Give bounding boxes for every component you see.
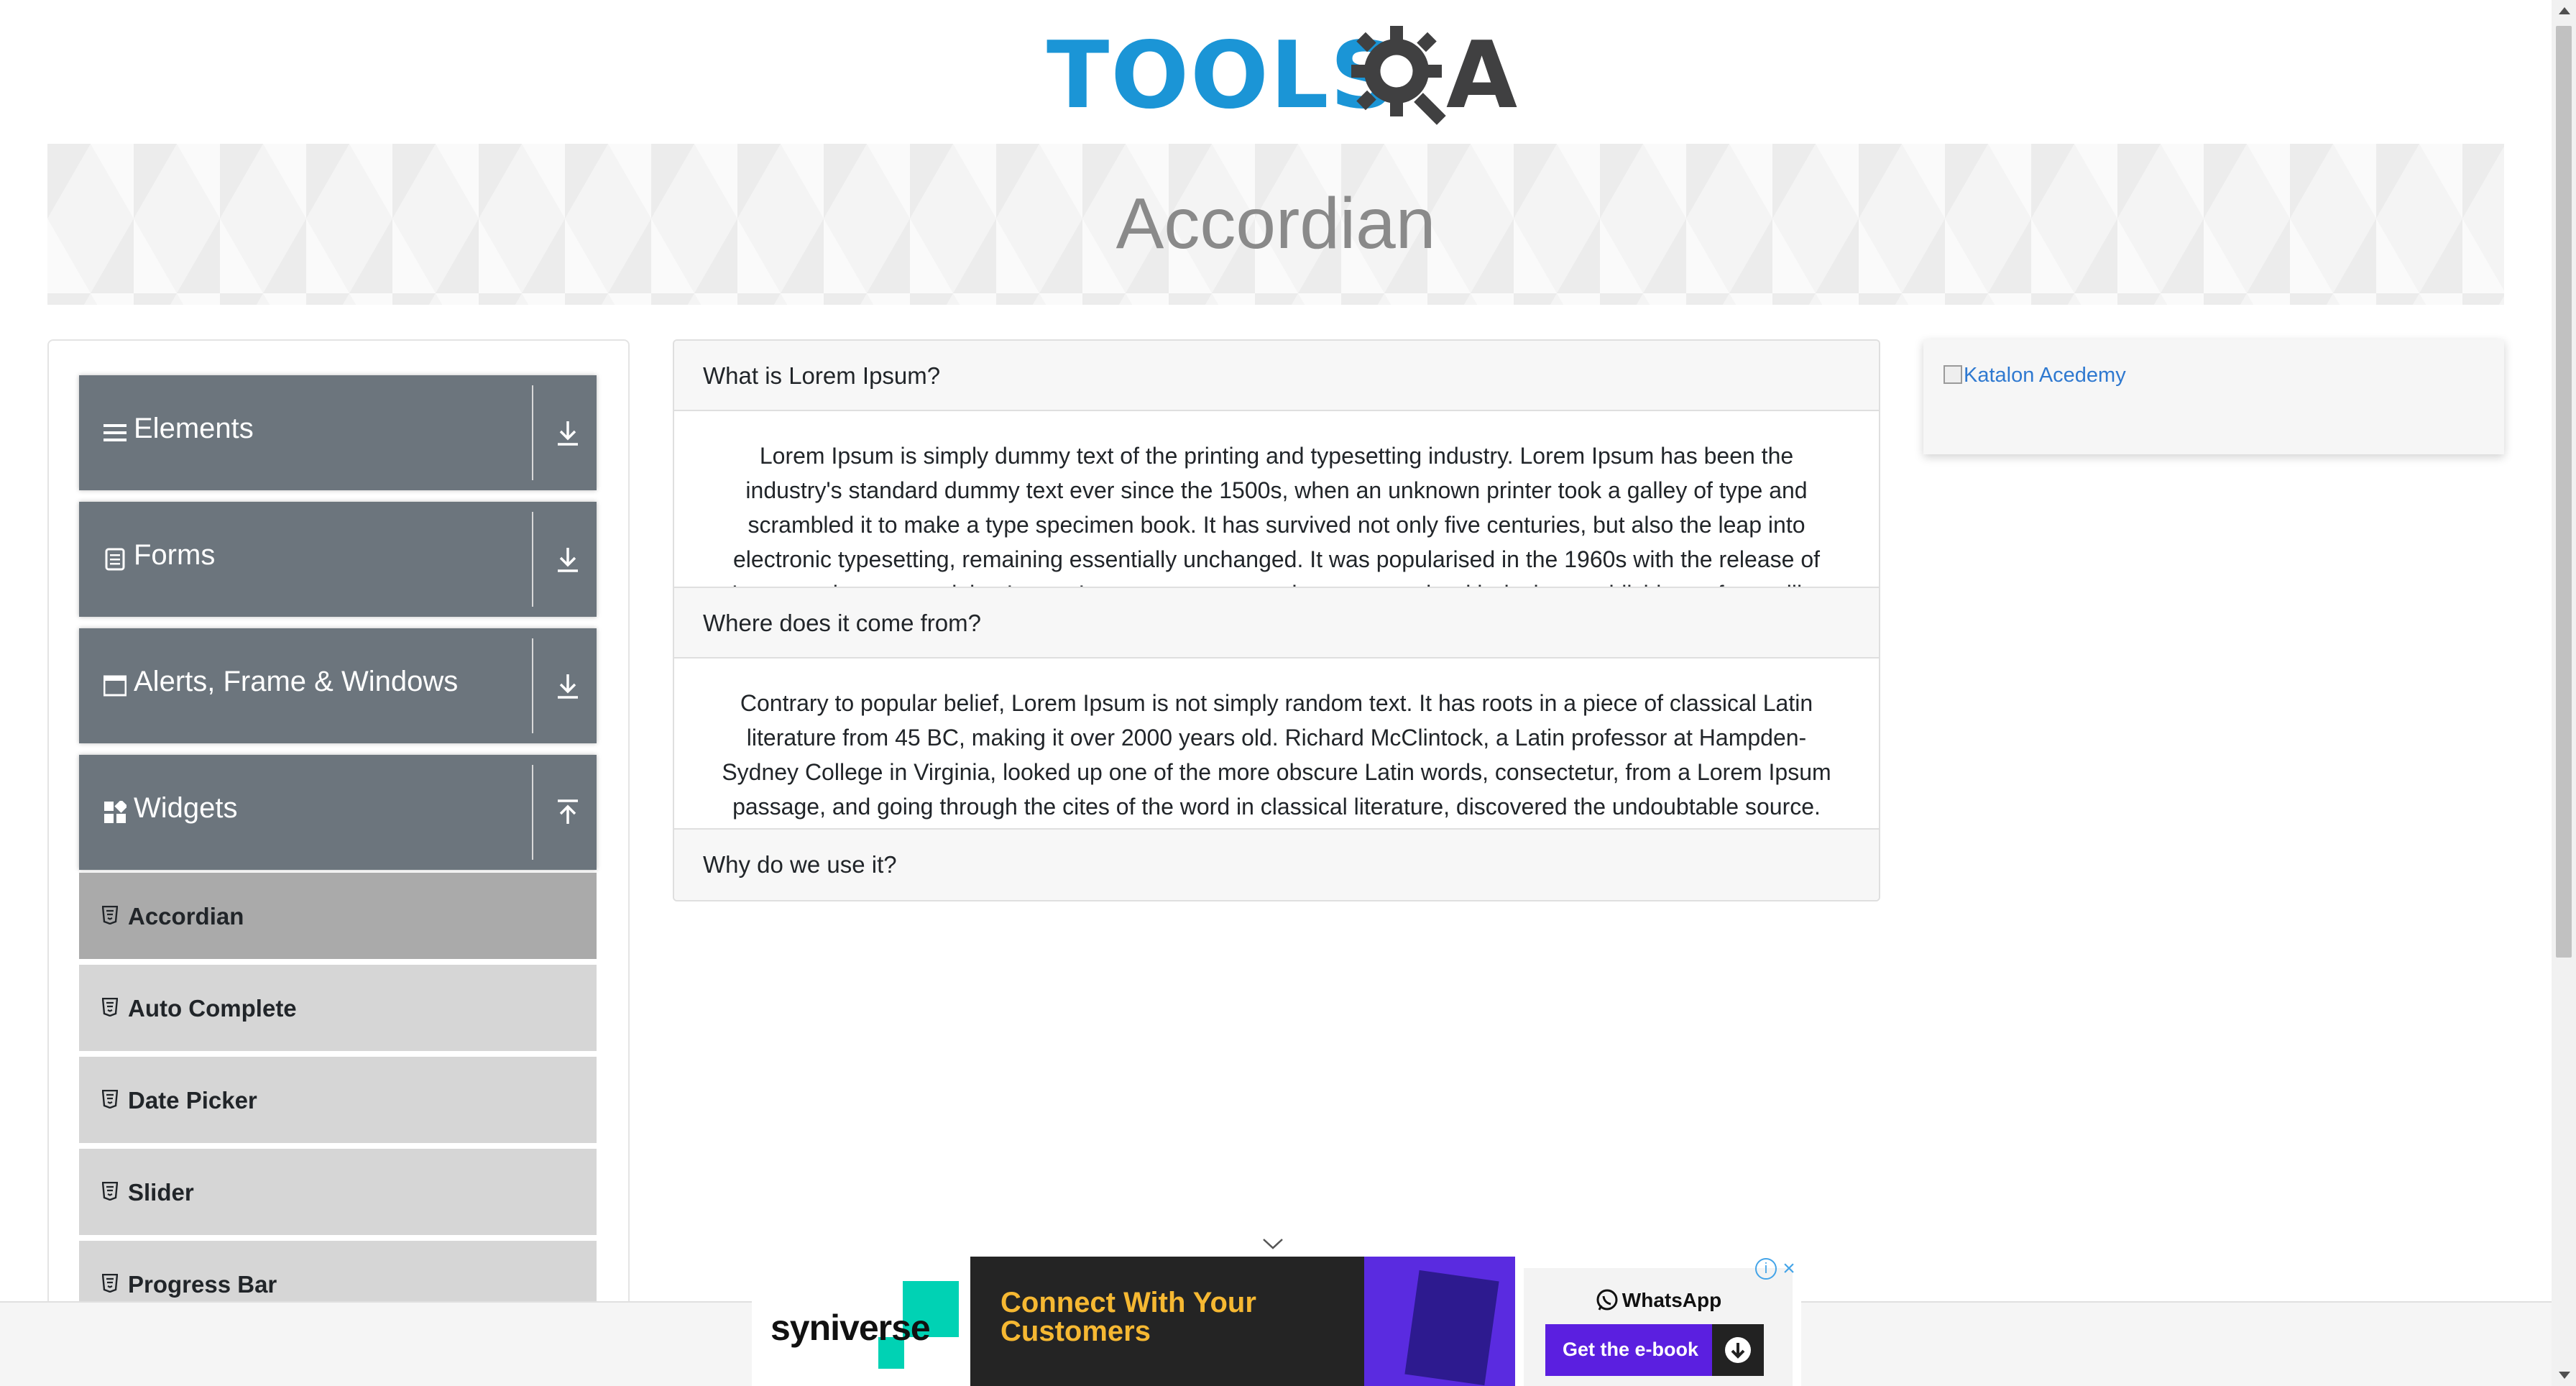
download-arrow-icon[interactable]: [553, 417, 582, 449]
whatsapp-label: WhatsApp: [1524, 1288, 1793, 1313]
ad-headline-line: Customers: [1000, 1316, 1151, 1347]
cta-label: Get the e-book: [1563, 1339, 1699, 1360]
ad-close-icon[interactable]: ×: [1778, 1258, 1800, 1280]
sidebar-item-accordian[interactable]: Accordian: [79, 873, 597, 962]
document-icon: [105, 548, 125, 571]
sidebar-group-label: Widgets: [134, 792, 238, 824]
group-divider: [532, 638, 533, 733]
sidebar-group-label: Elements: [134, 413, 254, 444]
window-icon: [104, 675, 126, 697]
sidebar-group-forms[interactable]: Forms: [79, 502, 597, 617]
cta-arrow: [1712, 1324, 1764, 1376]
download-circle-icon: [1725, 1337, 1751, 1363]
accordion: What is Lorem Ipsum? Lorem Ipsum is simp…: [673, 339, 1880, 901]
ad-headline-panel: Connect With Your Customers: [970, 1257, 1364, 1386]
html5-icon: [102, 1182, 118, 1201]
scroll-down-arrow-icon[interactable]: [2559, 1372, 2570, 1379]
hamburger-icon: [104, 424, 126, 441]
side-ad-card[interactable]: Katalon Acedemy: [1923, 339, 2504, 454]
accordion-body-section-1: Lorem Ipsum is simply dummy text of the …: [674, 411, 1879, 588]
sidebar-group-alerts-frame-windows[interactable]: Alerts, Frame & Windows: [79, 628, 597, 743]
scrollbar-thumb[interactable]: [2556, 26, 2572, 958]
ad-ebook-image: [1364, 1257, 1515, 1386]
adchoices-icon[interactable]: i: [1755, 1258, 1777, 1280]
ad-headline-line: Connect With Your: [1000, 1287, 1256, 1318]
sidebar-item-label: Auto Complete: [128, 995, 297, 1022]
grid-icon: [104, 801, 126, 823]
accordion-header-label: What is Lorem Ipsum?: [703, 362, 941, 389]
broken-image-icon: [1944, 365, 1962, 384]
download-arrow-icon[interactable]: [553, 670, 582, 702]
whatsapp-text: WhatsApp: [1622, 1289, 1722, 1311]
page-scrollbar[interactable]: [2552, 0, 2576, 1386]
site-header: TOOLS A: [0, 0, 2552, 144]
sidebar-item-label: Date Picker: [128, 1087, 257, 1114]
sidebar-group-elements[interactable]: Elements: [79, 375, 597, 490]
bottom-ad-banner[interactable]: syniverse Connect With Your Customers Wh…: [752, 1257, 1801, 1386]
logo-text: TOOLS: [1046, 22, 1398, 129]
html5-icon: [102, 906, 118, 924]
sidebar-item-label: Accordian: [128, 903, 244, 930]
accordion-header-why-do-we-use-it[interactable]: Why do we use it?: [674, 830, 1879, 900]
syniverse-brand-text: syniverse: [770, 1308, 931, 1348]
sidebar-item-label: Progress Bar: [128, 1271, 277, 1298]
sidebar-group-label: Alerts, Frame & Windows: [134, 666, 459, 697]
katalon-ad-image[interactable]: Katalon Acedemy: [1944, 364, 2126, 387]
page-banner: Accordian: [47, 144, 2504, 305]
scroll-up-arrow-icon[interactable]: [2559, 7, 2570, 14]
download-arrow-icon[interactable]: [553, 543, 582, 575]
group-divider: [532, 765, 533, 860]
logo-letter: A: [1446, 22, 1518, 129]
collapse-chevron-icon[interactable]: [1261, 1235, 1285, 1252]
html5-icon: [102, 1090, 118, 1109]
accordion-header-label: Where does it come from?: [703, 610, 981, 636]
gear-magnifier-icon: [1351, 26, 1446, 125]
accordion-body-section-2: Contrary to popular belief, Lorem Ipsum …: [674, 658, 1879, 830]
html5-icon: [102, 998, 118, 1016]
accordion-body-text: Contrary to popular belief, Lorem Ipsum …: [722, 690, 1831, 820]
sidebar-item-label: Slider: [128, 1179, 194, 1206]
accordion-header-what-is-lorem-ipsum[interactable]: What is Lorem Ipsum?: [674, 341, 1879, 411]
ebook-cover: [1404, 1270, 1499, 1386]
get-ebook-button[interactable]: Get the e-book: [1545, 1324, 1764, 1376]
accordion-header-where-does-it-come-from[interactable]: Where does it come from?: [674, 588, 1879, 658]
html5-icon: [102, 1274, 118, 1293]
sidebar-item-auto-complete[interactable]: Auto Complete: [79, 965, 597, 1054]
group-divider: [532, 512, 533, 607]
toolsqa-logo[interactable]: TOOLS A: [1046, 22, 1517, 129]
accordion-header-label: Why do we use it?: [703, 851, 897, 878]
syniverse-ad-logo: syniverse: [752, 1257, 970, 1386]
accordion-body-text: Lorem Ipsum is simply dummy text of the …: [732, 443, 1821, 587]
whatsapp-ad-panel: WhatsApp Get the e-book: [1524, 1268, 1793, 1386]
whatsapp-icon: [1596, 1289, 1618, 1311]
left-sidebar: Elements Forms Alerts, Frame & Windows W…: [47, 339, 630, 1386]
page-title: Accordian: [1116, 183, 1436, 264]
ad-headline: Connect With Your Customers: [1000, 1288, 1256, 1346]
sidebar-item-date-picker[interactable]: Date Picker: [79, 1057, 597, 1146]
group-divider: [532, 385, 533, 480]
sidebar-group-label: Forms: [134, 539, 216, 571]
sidebar-item-slider[interactable]: Slider: [79, 1149, 597, 1238]
sidebar-group-widgets[interactable]: Widgets: [79, 755, 597, 870]
ad-alt-text: Katalon Acedemy: [1964, 364, 2126, 387]
upload-arrow-icon[interactable]: [553, 797, 582, 828]
